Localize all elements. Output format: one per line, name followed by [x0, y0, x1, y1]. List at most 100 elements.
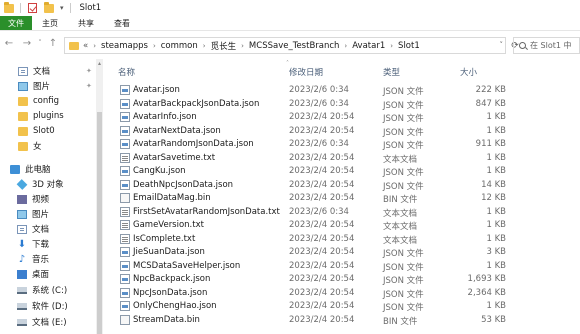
nav-scrollbar[interactable] [96, 59, 103, 334]
tab-home[interactable]: 主页 [32, 16, 68, 30]
nav-item-label: 文档 (E:) [32, 318, 67, 328]
table-row[interactable]: JieSuanData.json 2023/2/4 20:54 JSON 文件 3 K… [104, 246, 520, 260]
table-row[interactable]: AvatarInfo.json 2023/2/4 20:54 JSON 文件 1 KB [104, 111, 520, 125]
chevron-right-icon[interactable]: › [241, 42, 244, 50]
nav-item-desktop[interactable]: 桌面 [0, 267, 96, 281]
tab-view[interactable]: 查看 [104, 16, 140, 30]
chevron-right-icon[interactable]: › [344, 42, 347, 50]
nav-item-pictures[interactable]: 图片 ✦ [0, 79, 96, 93]
table-row[interactable]: NpcBackpack.json 2023/2/4 20:54 JSON 文件 1,6… [104, 273, 520, 287]
breadcrumb-avatar1[interactable]: Avatar1 [352, 41, 385, 51]
file-date: 2023/2/4 20:54 [289, 233, 355, 244]
table-row[interactable]: StreamData.bin 2023/2/4 20:54 BIN 文件 53 KB [104, 314, 520, 328]
chevron-down-icon[interactable]: ˅ [500, 41, 504, 49]
breadcrumb-save-branch[interactable]: MCSSave_TestBranch [249, 41, 340, 51]
nav-item-slot0[interactable]: Slot0 [0, 124, 96, 138]
file-name: NpcJsonData.json [133, 287, 208, 298]
nav-item-documents[interactable]: 文档 ✦ [0, 64, 96, 78]
table-row[interactable]: Avatar.json 2023/2/6 0:34 JSON 文件 222 KB [104, 84, 520, 98]
table-row[interactable]: EmailDataMag.bin 2023/2/4 20:54 BIN 文件 12 K… [104, 192, 520, 206]
column-name[interactable]: 名称 [118, 64, 135, 80]
recent-locations-button[interactable]: ˅ [36, 34, 44, 52]
chevron-up-icon[interactable]: ▴ [96, 60, 103, 67]
pin-icon: ✦ [86, 82, 92, 90]
file-date: 2023/2/6 0:34 [289, 206, 349, 217]
up-button[interactable]: ↑ [44, 34, 62, 52]
chevron-right-icon[interactable]: › [153, 42, 156, 50]
nav-item-label: 音乐 [32, 255, 50, 265]
breadcrumb-steamapps[interactable]: steamapps [101, 41, 148, 51]
table-row[interactable]: IsComplete.txt 2023/2/4 20:54 文本文档 1 KB [104, 233, 520, 247]
nav-item-drive-e[interactable]: 文档 (E:) [0, 315, 96, 329]
table-row[interactable]: AvatarRandomJsonData.json 2023/2/6 0:34 JS… [104, 138, 520, 152]
file-date: 2023/2/6 0:34 [289, 139, 349, 149]
desktop-icon [17, 269, 27, 279]
file-date: 2023/2/4 20:54 [289, 314, 355, 325]
properties-icon[interactable] [28, 3, 37, 13]
table-row[interactable]: AvatarSavetime.txt 2023/2/4 20:54 文本文档 1 KB [104, 152, 520, 166]
forward-button[interactable]: → [18, 34, 36, 52]
file-name: MCSDataSaveHelper.json [133, 260, 241, 271]
breadcrumb-slot1[interactable]: Slot1 [398, 41, 420, 51]
column-date[interactable]: 修改日期 [289, 64, 323, 80]
nav-item-plugins[interactable]: plugins [0, 109, 96, 123]
chevron-right-icon[interactable]: › [390, 42, 393, 50]
nav-item-label: config [33, 96, 60, 106]
chevron-right-icon[interactable]: › [203, 42, 206, 50]
nav-item-videos[interactable]: 视频 [0, 192, 96, 206]
nav-item-3d-objects[interactable]: 3D 对象 [0, 177, 96, 191]
file-type: JSON 文件 [383, 276, 424, 286]
drive-icon [17, 286, 27, 294]
tab-file[interactable]: 文件 [0, 16, 32, 30]
file-type: BIN 文件 [383, 316, 418, 327]
search-placeholder: 在 Slot1 中 [530, 41, 572, 50]
nav-item-pictures-pc[interactable]: 图片 [0, 207, 96, 221]
column-size[interactable]: 大小 [460, 64, 477, 80]
file-size: 1 KB [486, 301, 506, 311]
address-bar[interactable]: « › steamapps › common › 觅长生 › MCSSave_T… [64, 37, 519, 54]
json-file-icon [120, 260, 130, 271]
navigation-pane: 文档 ✦ 图片 ✦ config plugins Slot0 女 此电脑 3D … [0, 59, 96, 334]
file-size: 1,693 KB [467, 274, 506, 284]
nav-item-documents-pc[interactable]: 文档 [0, 222, 96, 236]
file-type: JSON 文件 [383, 262, 424, 273]
nav-item-downloads[interactable]: ⬇ 下载 [0, 237, 96, 251]
quick-access-dropdown-icon[interactable]: ▾ [60, 4, 64, 12]
new-folder-icon[interactable] [44, 1, 54, 13]
json-file-icon [120, 125, 130, 136]
scrollbar-thumb[interactable] [97, 112, 102, 334]
file-size: 911 KB [475, 139, 506, 149]
search-input[interactable]: 在 Slot1 中 [513, 37, 580, 54]
table-row[interactable]: DeathNpcJsonData.json 2023/2/4 20:54 JSON … [104, 179, 520, 193]
nav-item-label: 文档 [33, 67, 51, 77]
nav-item-label: 桌面 [32, 270, 50, 280]
nav-item-drive-c[interactable]: 系统 (C:) [0, 283, 96, 297]
chevron-down-icon: ˅ [38, 39, 42, 47]
nav-item-music[interactable]: ♪ 音乐 [0, 252, 96, 266]
breadcrumb-game[interactable]: 觅长生 [211, 40, 237, 52]
file-size: 1 KB [486, 233, 506, 244]
json-file-icon [120, 179, 130, 190]
file-type: JSON 文件 [383, 181, 424, 192]
table-row[interactable]: NpcJsonData.json 2023/2/4 20:54 JSON 文件 2,3… [104, 287, 520, 301]
nav-item-config[interactable]: config [0, 94, 96, 108]
nav-item-drive-d[interactable]: 软件 (D:) [0, 299, 96, 313]
tab-share[interactable]: 共享 [68, 16, 104, 30]
table-row[interactable]: MCSDataSaveHelper.json 2023/2/4 20:54 JSON… [104, 260, 520, 274]
column-type[interactable]: 类型 [383, 64, 400, 80]
download-icon: ⬇ [17, 238, 27, 250]
table-row[interactable]: OnlyChengHao.json 2023/2/4 20:54 JSON 文件 1 … [104, 300, 520, 314]
nav-item-this-pc[interactable]: 此电脑 [0, 162, 96, 176]
breadcrumb-common[interactable]: common [161, 41, 198, 51]
back-button[interactable]: ← [0, 34, 18, 52]
table-row[interactable]: FirstSetAvatarRandomJsonData.txt 2023/2/6… [104, 206, 520, 220]
nav-item-female[interactable]: 女 [0, 139, 96, 153]
table-row[interactable]: CangKu.json 2023/2/4 20:54 JSON 文件 1 KB [104, 165, 520, 179]
table-row[interactable]: AvatarNextData.json 2023/2/4 20:54 JSON 文件… [104, 125, 520, 139]
nav-item-label: 文档 [32, 225, 50, 235]
table-row[interactable]: GameVersion.txt 2023/2/4 20:54 文本文档 1 KB [104, 219, 520, 233]
folder-icon [18, 111, 28, 121]
breadcrumb-overflow[interactable]: « [83, 41, 88, 51]
file-type: JSON 文件 [383, 168, 424, 178]
table-row[interactable]: AvatarBackpackJsonData.json 2023/2/6 0:34… [104, 98, 520, 112]
